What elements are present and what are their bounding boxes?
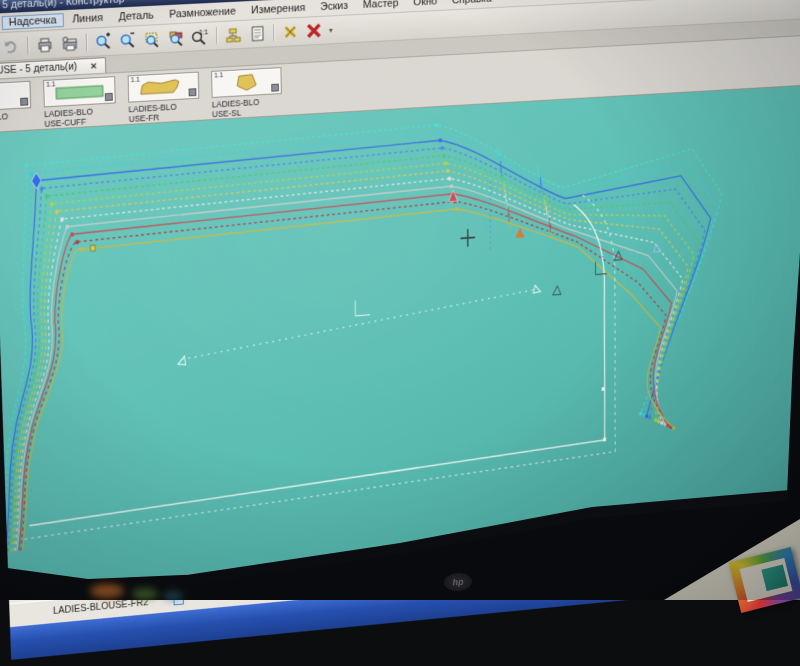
zoom-1-1-label: 1:1	[199, 29, 209, 36]
piece-scale: 1.1	[214, 72, 223, 79]
piece-lock-icon	[189, 88, 197, 96]
graded-sizes	[0, 106, 723, 552]
zoom-out-icon[interactable]	[117, 29, 139, 52]
piece-scale: 1.1	[131, 77, 141, 84]
piece-card[interactable]: 1.1LADIES-BLOUSE-CUFF	[43, 76, 116, 129]
plotter-icon[interactable]	[58, 32, 80, 55]
piece-card[interactable]: 1.1LADIES-BLOUSE-FR	[128, 72, 200, 125]
piece-lock-icon	[20, 98, 28, 106]
menu-item[interactable]: Измерения	[244, 0, 312, 17]
toolbar-separator	[273, 24, 274, 41]
menu-item[interactable]: Мастер	[356, 0, 405, 12]
grain-line	[177, 285, 541, 365]
piece-shape-icon	[48, 81, 111, 102]
menu-item[interactable]: Размножение	[162, 4, 242, 22]
piece-thumbnail[interactable]: 1.1	[43, 76, 116, 107]
menu-item[interactable]: Надсечка	[2, 13, 64, 30]
menu-item[interactable]: Справка	[445, 0, 498, 7]
base-outline	[14, 193, 618, 539]
bezel-reflection	[132, 588, 158, 600]
piece-card[interactable]: LADIES-BLOUSE-COL	[0, 81, 32, 134]
menu-item[interactable]: Окно	[407, 0, 444, 9]
bezel-reflection	[90, 584, 124, 598]
tab-close-icon[interactable]: ×	[90, 60, 97, 72]
piece-lock-icon	[105, 93, 113, 101]
piece-thumbnail[interactable]: 1.1	[211, 67, 282, 98]
piece-thumbnail[interactable]: 1.1	[128, 72, 200, 103]
brand-text: hp	[452, 577, 464, 588]
toolbar-separator	[27, 37, 29, 55]
print-icon[interactable]	[34, 33, 56, 56]
menu-item[interactable]: Линия	[65, 10, 110, 26]
piece-shape-icon	[133, 77, 195, 98]
menu-item[interactable]: Деталь	[112, 8, 161, 24]
crosshair-cursor	[461, 229, 476, 247]
report-icon[interactable]	[247, 22, 268, 44]
zoom-pieces-icon[interactable]	[165, 27, 187, 50]
zoom-area-icon[interactable]	[141, 28, 163, 51]
zoom-in-icon[interactable]	[92, 30, 114, 53]
scheme-icon[interactable]	[223, 24, 244, 46]
toolbar-overflow-icon[interactable]: ▾	[329, 25, 333, 34]
toolbar-separator	[216, 27, 217, 45]
delete-red-icon[interactable]	[303, 20, 324, 42]
piece-card[interactable]: 1.1LADIES-BLOUSE-SL	[211, 67, 282, 119]
piece-scale: 1.1	[46, 81, 56, 88]
current-piece-name: LADIES-BLOUSE-FR2	[53, 598, 148, 617]
piece-thumbnail[interactable]	[0, 81, 31, 112]
piece-shape-icon	[216, 72, 277, 93]
toolbar-separator	[86, 34, 87, 52]
photo-of-monitor: 5 деталь(и) - Конструктор аНадсечкаЛиния…	[0, 0, 800, 600]
zoom-1-1-icon[interactable]: 1:1	[189, 25, 211, 47]
delete-yellow-icon[interactable]	[280, 21, 301, 43]
menu-item[interactable]: Эскиз	[314, 0, 355, 14]
undo-icon[interactable]	[0, 35, 22, 58]
piece-lock-icon	[271, 84, 279, 92]
